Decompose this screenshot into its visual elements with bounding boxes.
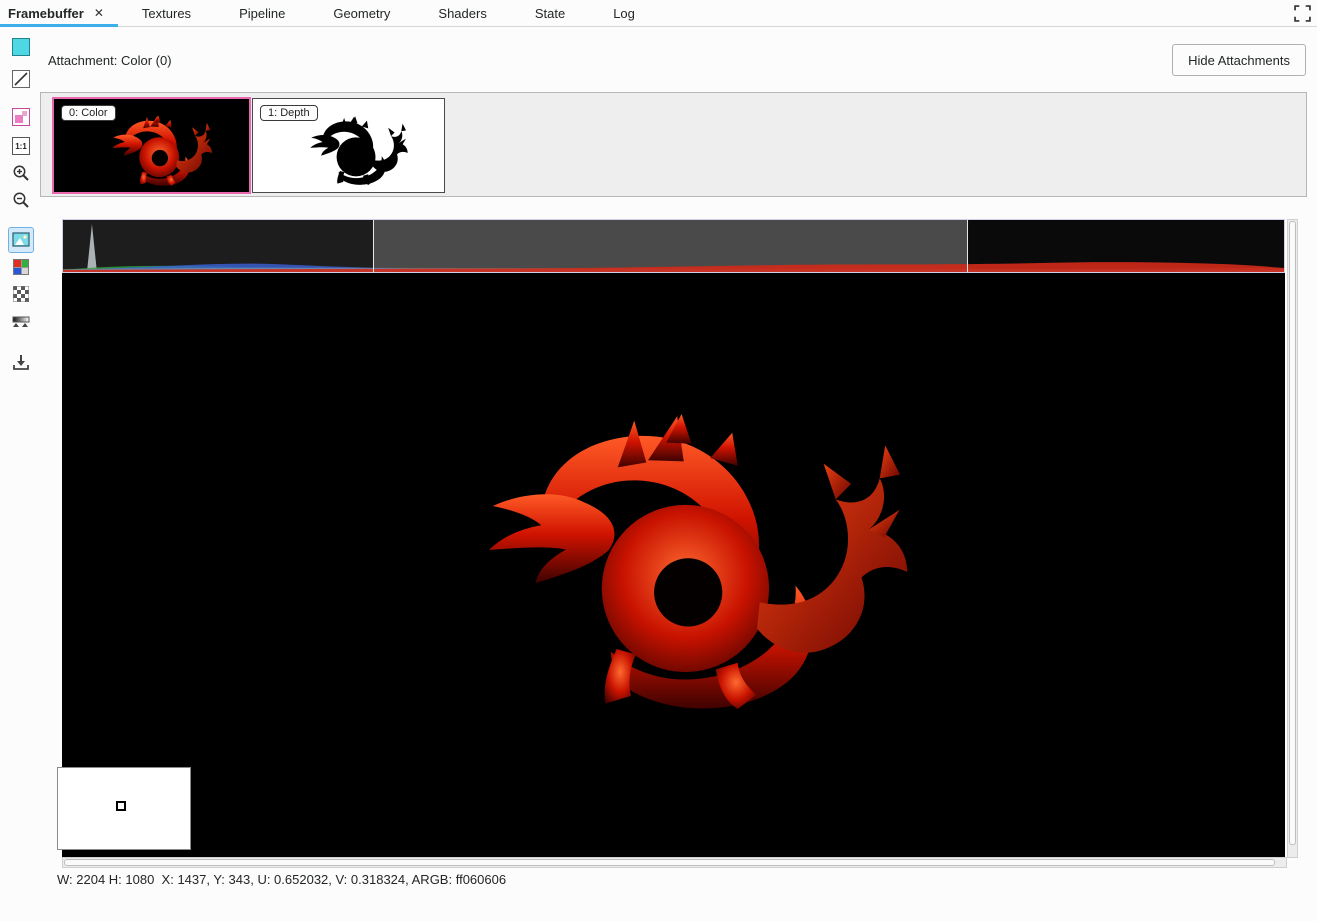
rgb-channels-icon [13, 259, 29, 275]
rendered-dragon-image [380, 349, 930, 734]
vertical-scrollbar-thumb[interactable] [1289, 221, 1296, 845]
zoom-in-button[interactable] [8, 160, 34, 186]
framebuffer-viewer-window: Framebuffer ✕ Textures Pipeline Geometry… [0, 0, 1317, 921]
hide-attachments-button[interactable]: Hide Attachments [1172, 44, 1306, 76]
one-to-one-icon: 1:1 [12, 137, 30, 155]
histogram-range-bar[interactable] [62, 219, 1285, 273]
pixel-marker [116, 801, 126, 811]
status-bar: W: 2204 H: 1080 X: 1437, Y: 343, U: 0.65… [57, 872, 506, 887]
actual-size-button[interactable]: 1:1 [8, 133, 34, 159]
texture-viewport[interactable] [62, 273, 1285, 857]
histogram-plot [63, 220, 1284, 272]
fit-window-icon [12, 108, 30, 126]
image-view-button[interactable] [8, 227, 34, 253]
horizontal-scrollbar-thumb[interactable] [64, 859, 1275, 866]
alpha-background-button[interactable] [8, 66, 34, 92]
rgb-channels-button[interactable] [8, 254, 34, 280]
color-swatch-button[interactable] [8, 34, 34, 60]
range-bar-icon [12, 313, 30, 329]
tab-framebuffer[interactable]: Framebuffer ✕ [0, 0, 118, 26]
alpha-diagonal-icon [12, 70, 30, 88]
fullscreen-icon[interactable] [1294, 5, 1311, 22]
tab-log[interactable]: Log [589, 0, 659, 26]
zoom-out-button[interactable] [8, 187, 34, 213]
tab-pipeline[interactable]: Pipeline [215, 0, 309, 26]
tab-shaders[interactable]: Shaders [414, 0, 510, 26]
horizontal-scrollbar[interactable] [62, 857, 1287, 868]
image-view-icon [12, 232, 30, 248]
save-icon [12, 353, 30, 371]
tab-geometry[interactable]: Geometry [309, 0, 414, 26]
attachment-label: Attachment: Color (0) [48, 53, 172, 68]
attachment-badge: 0: Color [61, 105, 116, 121]
attachment-thumbnail-depth[interactable]: 1: Depth [252, 98, 445, 193]
attachment-thumbnail-color[interactable]: 0: Color [52, 97, 251, 194]
tab-bar: Framebuffer ✕ Textures Pipeline Geometry… [0, 0, 1317, 27]
zoom-in-icon [12, 164, 30, 182]
attachments-strip: 0: Color 1: Depth [40, 92, 1307, 197]
close-tab-icon[interactable]: ✕ [94, 6, 104, 20]
vertical-scrollbar[interactable] [1287, 219, 1298, 858]
color-swatch-icon [12, 38, 30, 56]
checkerboard-icon [13, 286, 29, 302]
tab-state[interactable]: State [511, 0, 589, 26]
attachment-badge: 1: Depth [260, 105, 318, 121]
zoom-out-icon [12, 191, 30, 209]
tab-label: Framebuffer [8, 6, 84, 21]
range-bar-button[interactable] [8, 308, 34, 334]
checkerboard-background-button[interactable] [8, 281, 34, 307]
fit-window-button[interactable] [8, 104, 34, 130]
pixel-context-view [57, 767, 191, 850]
tab-textures[interactable]: Textures [118, 0, 215, 26]
save-button[interactable] [8, 349, 34, 375]
